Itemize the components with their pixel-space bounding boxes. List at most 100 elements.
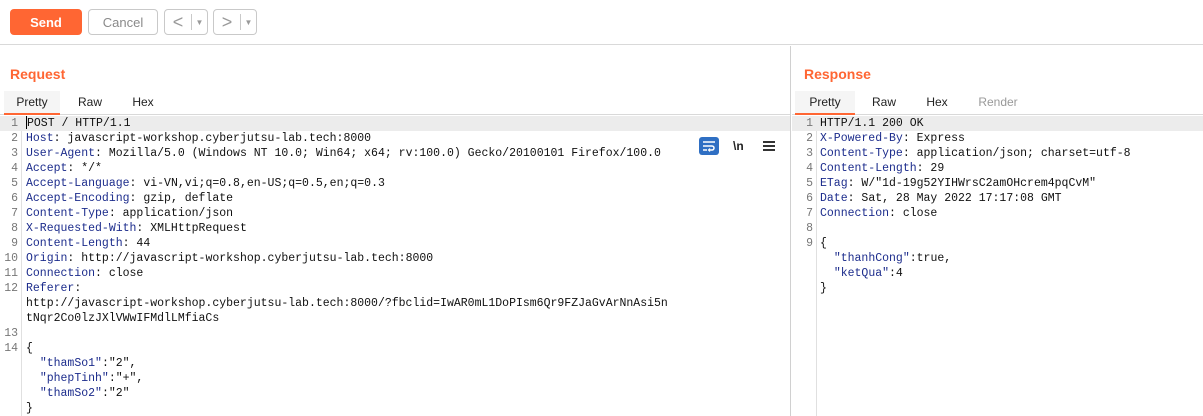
- code-line: 6 Date: Sat, 28 May 2022 17:17:08 GMT: [792, 191, 1203, 206]
- code-line: 7 Connection: close: [792, 206, 1203, 221]
- request-editor[interactable]: 1 POST / HTTP/1.1 2 Host: javascript-worksh…: [0, 116, 790, 416]
- header-name: Referer: [26, 282, 75, 295]
- code-line: 10 Origin: http://javascript-workshop.cyb…: [0, 251, 790, 266]
- code-line: 2 X-Powered-By: Express: [792, 131, 1203, 146]
- line-number: 1: [806, 117, 813, 130]
- request-tab-pretty[interactable]: Pretty: [4, 91, 60, 115]
- request-panel: Request Pretty Raw Hex \n 1 POST / HTTP/1…: [0, 46, 791, 416]
- code-line: 3 User-Agent: Mozilla/5.0 (Windows NT 10.…: [0, 146, 790, 161]
- header-value: : close: [889, 207, 938, 220]
- code-line: "ketQua":4: [792, 266, 1203, 281]
- line-number: 2: [11, 132, 18, 145]
- line-number: 4: [806, 162, 813, 175]
- header-name: Connection: [26, 267, 96, 280]
- forward-button[interactable]: > ▼: [213, 9, 257, 35]
- code-line: 2 Host: javascript-workshop.cyberjutsu-la…: [0, 131, 790, 146]
- json-value: :"2": [101, 387, 130, 400]
- header-value: : gzip, deflate: [129, 192, 234, 205]
- line-number: 10: [4, 252, 18, 265]
- code-line: "phepTinh":"+",: [0, 371, 790, 386]
- header-value: [820, 267, 834, 280]
- json-value: :"2",: [101, 357, 137, 370]
- code-text: Accept-Encoding: gzip, deflate: [26, 191, 233, 206]
- code-line: 1 HTTP/1.1 200 OK: [792, 116, 1203, 131]
- code-line: "thamSo1":"2",: [0, 356, 790, 371]
- code-text: "thamSo1":"2",: [26, 356, 137, 371]
- code-line: 5 Accept-Language: vi-VN,vi;q=0.8,en-US;q…: [0, 176, 790, 191]
- back-history-dropdown-icon[interactable]: ▼: [192, 18, 207, 27]
- line-number: 5: [806, 177, 813, 190]
- header-value: : application/json; charset=utf-8: [902, 147, 1131, 160]
- response-tab-hex[interactable]: Hex: [914, 91, 960, 115]
- code-line: 9{: [792, 236, 1203, 251]
- line-number: 5: [11, 177, 18, 190]
- header-name: Origin: [26, 252, 68, 265]
- response-title: Response: [804, 66, 871, 82]
- code-line: 6 Accept-Encoding: gzip, deflate: [0, 191, 790, 206]
- header-name: X-Powered-By: [820, 132, 903, 145]
- code-line: 12 Referer:: [0, 281, 790, 296]
- response-tab-pretty[interactable]: Pretty: [795, 91, 855, 115]
- forward-history-dropdown-icon[interactable]: ▼: [241, 18, 256, 27]
- request-tab-raw[interactable]: Raw: [66, 91, 114, 115]
- line-number: 7: [11, 207, 18, 220]
- header-value: : close: [95, 267, 144, 280]
- line-number: 7: [806, 207, 813, 220]
- line-number: 12: [4, 282, 18, 295]
- header-value: HTTP/1.1 200 OK: [820, 117, 924, 130]
- header-value: :: [74, 282, 82, 295]
- code-line: 7 Content-Type: application/json: [0, 206, 790, 221]
- request-tabs: Pretty Raw Hex \n: [0, 91, 790, 155]
- json-key: "phepTinh": [39, 372, 109, 385]
- code-text: Connection: close: [820, 206, 937, 221]
- chevron-left-icon: <: [172, 12, 184, 32]
- json-value: :4: [889, 267, 903, 280]
- response-editor[interactable]: 1 HTTP/1.1 200 OK 2 X-Powered-By: Express 3 C…: [792, 116, 1203, 416]
- code-text: Connection: close: [26, 266, 143, 281]
- header-value: }: [26, 402, 33, 415]
- code-text: User-Agent: Mozilla/5.0 (Windows NT 10.0…: [26, 146, 661, 161]
- code-line: 14 {: [0, 341, 790, 356]
- code-text: HTTP/1.1 200 OK: [820, 116, 924, 131]
- header-name: Accept: [26, 162, 68, 175]
- code-line: 9 Content-Length: 44: [0, 236, 790, 251]
- code-text: }: [820, 281, 827, 296]
- json-key: "thamSo1": [39, 357, 102, 370]
- line-number: 2: [806, 132, 813, 145]
- header-name: Accept-Encoding: [26, 192, 130, 205]
- back-button[interactable]: < ▼: [164, 9, 208, 35]
- request-title: Request: [10, 66, 66, 82]
- code-line: 5 ETag: W/"1d-19g52YIHWrsC2amOHcrem4pqCvM…: [792, 176, 1203, 191]
- header-value: : 29: [916, 162, 945, 175]
- code-line: }: [0, 401, 790, 416]
- header-value: : 44: [122, 237, 151, 250]
- code-line: 11 Connection: close: [0, 266, 790, 281]
- code-text: Accept-Language: vi-VN,vi;q=0.8,en-US;q=…: [26, 176, 385, 191]
- header-value: : Sat, 28 May 2022 17:17:08 GMT: [847, 192, 1062, 205]
- header-name: Content-Length: [26, 237, 123, 250]
- header-name: User-Agent: [26, 147, 96, 160]
- send-button[interactable]: Send: [10, 9, 82, 35]
- response-tab-raw[interactable]: Raw: [860, 91, 908, 115]
- code-text: http://javascript-workshop.cyberjutsu-la…: [26, 296, 668, 311]
- header-name: Content-Type: [26, 207, 109, 220]
- header-value: http://javascript-workshop.cyberjutsu-la…: [26, 297, 668, 310]
- code-text: Referer:: [26, 281, 81, 296]
- header-value: tNqr2Co0lzJXlVWwIFMdlLMfiaCs: [26, 312, 220, 325]
- code-line: 4 Content-Length: 29: [792, 161, 1203, 176]
- json-key: "ketQua": [833, 267, 890, 280]
- request-tab-hex[interactable]: Hex: [120, 91, 166, 115]
- line-number: 6: [806, 192, 813, 205]
- code-line: 4 Accept: */*: [0, 161, 790, 176]
- json-value: :"+",: [108, 372, 144, 385]
- code-text: "thanhCong":true,: [820, 251, 951, 266]
- code-text: {: [26, 341, 33, 356]
- header-name: X-Requested-With: [26, 222, 137, 235]
- code-text: Accept: */*: [26, 161, 102, 176]
- header-value: : vi-VN,vi;q=0.8,en-US;q=0.5,en;q=0.3: [129, 177, 385, 190]
- response-tabs: Pretty Raw Hex Render: [792, 91, 1203, 115]
- response-tab-render[interactable]: Render: [966, 91, 1030, 115]
- cancel-button[interactable]: Cancel: [88, 9, 158, 35]
- code-line: 3 Content-Type: application/json; charset…: [792, 146, 1203, 161]
- header-name: ETag: [820, 177, 848, 190]
